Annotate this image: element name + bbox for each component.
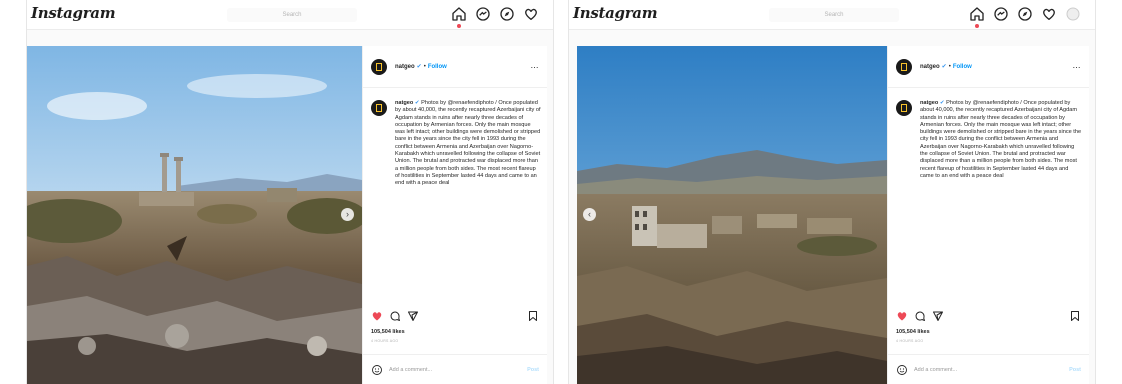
caption-body: Photos by @renaefendiphoto / Once popula… <box>395 100 541 187</box>
instagram-logo[interactable]: Instagram <box>31 4 116 22</box>
caption-body: Photos by @renaefendiphoto / Once popula… <box>920 100 1082 179</box>
instagram-window-right: Instagram Search ‹ natgeo ✔ • Follow ...… <box>568 0 1096 384</box>
save-bookmark-icon[interactable] <box>527 310 539 322</box>
post-header: natgeo ✔ • Follow ... <box>888 46 1089 88</box>
share-icon[interactable] <box>407 310 419 322</box>
username-link[interactable]: natgeo <box>395 64 415 70</box>
caption-text: natgeo ✔ Photos by @renaefendiphoto / On… <box>920 100 1083 300</box>
nav-icons <box>969 6 1081 28</box>
instagram-logo[interactable]: Instagram <box>573 4 658 22</box>
post-card: ‹ natgeo ✔ • Follow ... natgeo ✔ Photos … <box>577 46 1089 384</box>
profile-icon[interactable] <box>1065 6 1081 22</box>
emoji-icon[interactable] <box>371 364 383 376</box>
follow-button[interactable]: Follow <box>428 64 447 70</box>
emoji-icon[interactable] <box>896 364 908 376</box>
caption-username[interactable]: natgeo <box>395 100 413 106</box>
avatar[interactable] <box>896 58 912 75</box>
post-card: › natgeo ✔ • Follow ... natgeo ✔ Photos … <box>27 46 547 384</box>
messenger-icon[interactable] <box>993 6 1009 22</box>
post-sidebar: natgeo ✔ • Follow ... natgeo ✔ Photos by… <box>887 46 1089 384</box>
post-timestamp[interactable]: 4 HOURS AGO <box>371 339 398 343</box>
top-navigation-bar: Instagram Search <box>569 0 1095 30</box>
more-options-button[interactable]: ... <box>1073 64 1081 70</box>
search-input[interactable]: Search <box>227 8 357 22</box>
caption-text: natgeo ✔ Photos by @renaefendiphoto / On… <box>395 100 541 300</box>
comment-bar: Add a comment... Post <box>363 354 547 384</box>
caption-avatar[interactable] <box>371 100 387 116</box>
separator-dot: • <box>948 63 951 70</box>
caption-avatar[interactable] <box>896 100 912 116</box>
follow-button[interactable]: Follow <box>953 64 972 70</box>
instagram-window-left: Instagram Search › natgeo ✔ • Follow ...… <box>26 0 554 384</box>
activity-heart-icon[interactable] <box>523 6 539 22</box>
comment-input[interactable]: Add a comment... <box>389 367 432 373</box>
carousel-prev-button[interactable]: ‹ <box>583 208 596 221</box>
comment-bar: Add a comment... Post <box>888 354 1089 384</box>
post-photo-agdam-ruins[interactable]: › <box>27 46 362 384</box>
messenger-icon[interactable] <box>475 6 491 22</box>
activity-heart-icon[interactable] <box>1041 6 1057 22</box>
comment-input[interactable]: Add a comment... <box>914 367 957 373</box>
comment-icon[interactable] <box>389 310 401 322</box>
avatar[interactable] <box>371 58 387 75</box>
home-icon[interactable] <box>969 6 985 28</box>
nav-icons <box>451 6 539 28</box>
top-navigation-bar: Instagram Search <box>27 0 553 30</box>
post-sidebar: natgeo ✔ • Follow ... natgeo ✔ Photos by… <box>362 46 547 384</box>
post-photo-agdam-panorama[interactable]: ‹ <box>577 46 887 384</box>
action-bar <box>371 308 539 324</box>
likes-count[interactable]: 105,504 likes <box>371 329 405 335</box>
verified-badge-icon: ✔ <box>416 64 422 70</box>
post-header: natgeo ✔ • Follow ... <box>363 46 547 88</box>
post-comment-button[interactable]: Post <box>527 367 539 373</box>
like-heart-icon[interactable] <box>371 310 383 322</box>
save-bookmark-icon[interactable] <box>1069 310 1081 322</box>
separator-dot: • <box>423 63 426 70</box>
home-icon[interactable] <box>451 6 467 28</box>
search-input[interactable]: Search <box>769 8 899 22</box>
photo-scene <box>27 46 362 384</box>
post-comment-button[interactable]: Post <box>1069 367 1081 373</box>
username-link[interactable]: natgeo <box>920 64 940 70</box>
caption-block: natgeo ✔ Photos by @renaefendiphoto / On… <box>371 100 541 300</box>
comment-icon[interactable] <box>914 310 926 322</box>
share-icon[interactable] <box>932 310 944 322</box>
caption-block: natgeo ✔ Photos by @renaefendiphoto / On… <box>896 100 1083 300</box>
likes-count[interactable]: 105,504 likes <box>896 329 930 335</box>
explore-icon[interactable] <box>499 6 515 22</box>
like-heart-icon[interactable] <box>896 310 908 322</box>
carousel-next-button[interactable]: › <box>341 208 354 221</box>
verified-badge-icon: ✔ <box>941 64 947 70</box>
post-timestamp[interactable]: 4 HOURS AGO <box>896 339 923 343</box>
caption-username[interactable]: natgeo <box>920 100 938 106</box>
photo-scene <box>577 46 887 384</box>
explore-icon[interactable] <box>1017 6 1033 22</box>
action-bar <box>896 308 1081 324</box>
caption-verified-icon: ✔ <box>414 100 420 106</box>
more-options-button[interactable]: ... <box>531 64 539 70</box>
caption-verified-icon: ✔ <box>939 100 945 106</box>
